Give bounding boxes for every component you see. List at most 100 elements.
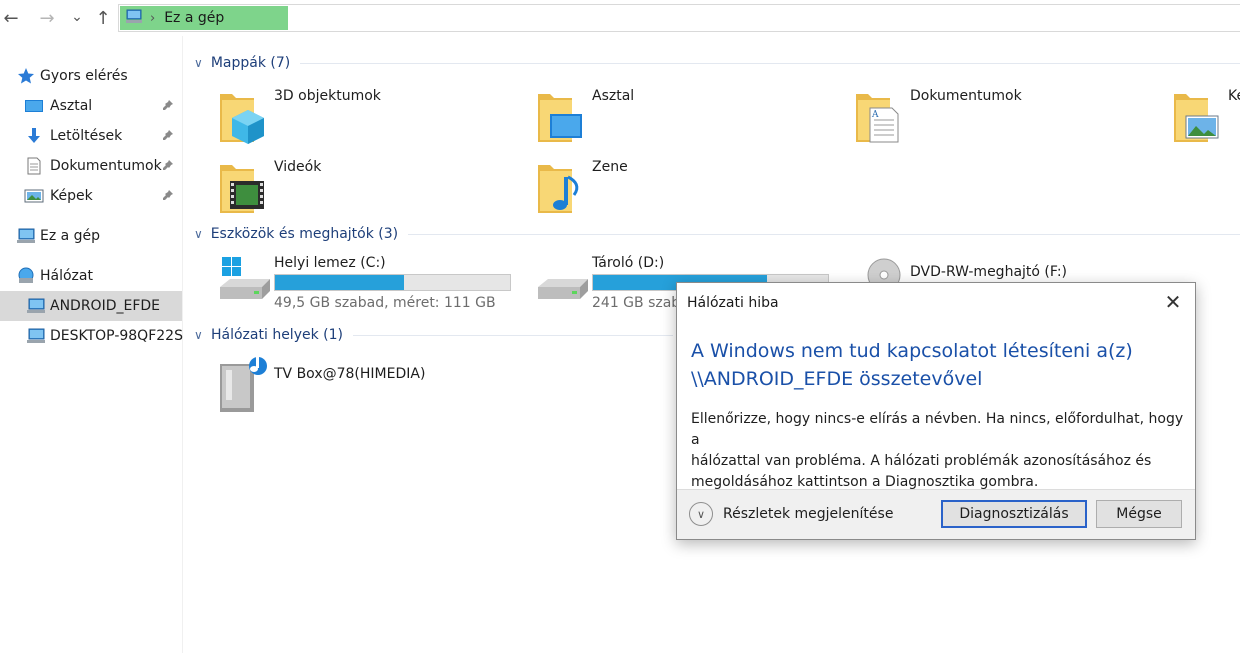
sidebar-item-this-pc[interactable]: Ez a gép: [0, 221, 182, 251]
network-place-label: TV Box@78(HIMEDIA): [274, 366, 426, 382]
breadcrumb-separator-icon: ›: [150, 10, 156, 26]
pin-icon[interactable]: [162, 99, 174, 114]
sidebar-item-downloads[interactable]: Letöltések: [0, 121, 182, 151]
sidebar-item-label: ANDROID_EFDE: [50, 298, 161, 314]
computer-icon: [16, 228, 36, 244]
folder-label: Videók: [274, 159, 322, 175]
network-icon: [16, 267, 36, 285]
forward-arrow-icon: →: [39, 7, 55, 29]
folder-label: Asztal: [592, 88, 635, 104]
network-computer-icon: [26, 328, 46, 344]
network-computer-icon: [26, 298, 46, 314]
sidebar-item-label: Dokumentumok: [50, 158, 162, 174]
dialog-message-line: hálózattal van probléma. A hálózati prob…: [691, 453, 1152, 469]
folder-label: 3D objektumok: [274, 88, 381, 104]
section-divider: [352, 334, 673, 336]
sidebar-item-label: Asztal: [50, 98, 93, 114]
section-header-network-places[interactable]: ∨ Hálózati helyek (1): [194, 324, 694, 346]
sidebar-item-label: Gyors elérés: [40, 68, 128, 84]
chevron-down-icon: ∨: [194, 227, 203, 241]
sidebar-item-label: Hálózat: [40, 268, 93, 284]
file-explorer-window: ← → ⌄ ↑ › Ez a gép Gyors elérés Asztal L…: [0, 0, 1240, 653]
sidebar-item-android-efde[interactable]: ANDROID_EFDE: [0, 291, 182, 321]
drive-free-space: 49,5 GB szabad, méret: 111 GB: [274, 295, 496, 311]
pictures-icon: [24, 188, 44, 204]
navigation-bar: ← → ⌄ ↑ › Ez a gép: [0, 0, 1240, 36]
drive-label: Helyi lemez (C:): [274, 255, 386, 271]
videos-folder-icon: [218, 159, 274, 219]
dialog-heading: A Windows nem tud kapcsolatot létesíteni…: [691, 337, 1181, 393]
sidebar-item-documents[interactable]: Dokumentumok: [0, 151, 182, 181]
forward-button[interactable]: →: [36, 6, 58, 30]
recent-locations-button[interactable]: ⌄: [66, 5, 88, 29]
chevron-down-icon: ∨: [194, 56, 203, 70]
svg-text:A: A: [871, 110, 879, 120]
sidebar-item-desktop[interactable]: Asztal: [0, 91, 182, 121]
hard-drive-icon: [536, 257, 592, 307]
chevron-down-icon: ⌄: [71, 9, 83, 25]
windows-drive-icon: [218, 257, 274, 307]
drive-usage-fill: [275, 275, 405, 290]
sidebar-item-label: Letöltések: [50, 128, 123, 144]
section-title: Eszközök és meghajtók (3): [210, 226, 399, 242]
drive-label: Tároló (D:): [592, 255, 665, 271]
star-icon: [16, 67, 36, 85]
close-button[interactable]: ✕: [1151, 283, 1195, 321]
network-error-dialog: Hálózati hiba ✕ A Windows nem tud kapcso…: [676, 282, 1196, 540]
desktop-icon: [24, 98, 44, 114]
downloads-icon: [24, 127, 44, 145]
folder-pictures[interactable]: Ke: [1172, 88, 1240, 148]
section-header-drives[interactable]: ∨ Eszközök és meghajtók (3): [194, 223, 1240, 245]
expand-circle-icon: ∨: [689, 502, 713, 526]
drive-usage-bar: [274, 274, 511, 291]
diagnose-button[interactable]: Diagnosztizálás: [941, 500, 1087, 528]
chevron-down-icon: ∨: [194, 328, 203, 342]
sidebar-item-quick-access[interactable]: Gyors elérés: [0, 61, 182, 91]
close-icon: ✕: [1164, 290, 1182, 314]
dialog-title: Hálózati hiba: [687, 295, 779, 311]
address-bar[interactable]: › Ez a gép: [118, 4, 1240, 32]
pin-icon[interactable]: [162, 129, 174, 144]
pin-icon[interactable]: [162, 159, 174, 174]
pin-icon[interactable]: [162, 189, 174, 204]
3d-objects-folder-icon: [218, 88, 274, 148]
documents-folder-icon: A: [854, 88, 910, 148]
pictures-folder-icon: [1172, 88, 1228, 148]
network-drive-icon: [214, 354, 270, 414]
dialog-message-line: Ellenőrizze, hogy nincs-e elírás a névbe…: [691, 411, 1184, 448]
dialog-heading-line: \\ANDROID_EFDE összetevővel: [691, 368, 983, 390]
drive-free-space: 241 GB szaba: [592, 295, 689, 311]
back-arrow-icon: ←: [3, 7, 19, 29]
section-title: Mappák (7): [210, 55, 291, 71]
sidebar-item-label: Ez a gép: [40, 228, 101, 244]
up-arrow-icon: ↑: [95, 7, 111, 29]
section-title: Hálózati helyek (1): [211, 327, 343, 343]
back-button[interactable]: ←: [0, 6, 22, 30]
breadcrumb-this-pc[interactable]: Ez a gép: [164, 10, 224, 26]
folder-label: Dokumentumok: [910, 88, 1022, 104]
section-divider: [300, 62, 1240, 64]
folder-label: Ke: [1228, 88, 1240, 104]
dialog-footer: ∨ Részletek megjelenítése Diagnosztizálá…: [677, 489, 1195, 539]
cancel-button[interactable]: Mégse: [1096, 500, 1182, 528]
desktop-folder-icon: [536, 88, 592, 148]
section-divider: [408, 233, 1240, 235]
sidebar-item-pictures[interactable]: Képek: [0, 181, 182, 211]
up-button[interactable]: ↑: [92, 6, 114, 30]
documents-icon: [24, 157, 44, 175]
computer-icon: [125, 8, 143, 28]
folder-label: Zene: [592, 159, 628, 175]
show-details-toggle[interactable]: ∨ Részletek megjelenítése: [689, 502, 893, 526]
address-highlight: › Ez a gép: [120, 6, 288, 30]
section-header-folders[interactable]: ∨ Mappák (7): [194, 52, 1240, 74]
music-folder-icon: [536, 159, 592, 219]
show-details-label: Részletek megjelenítése: [723, 506, 894, 522]
sidebar-item-label: DESKTOP-98QF22S: [50, 328, 183, 344]
drive-label: DVD-RW-meghajtó (F:): [910, 264, 1068, 280]
dialog-message: Ellenőrizze, hogy nincs-e elírás a névbe…: [691, 409, 1187, 493]
sidebar-item-desktop-98qf22s[interactable]: DESKTOP-98QF22S: [0, 321, 183, 351]
sidebar-item-network[interactable]: Hálózat: [0, 261, 182, 291]
drive-c[interactable]: Helyi lemez (C:) 49,5 GB szabad, méret: …: [218, 255, 518, 315]
navigation-pane: Gyors elérés Asztal Letöltések Dokumentu…: [0, 36, 183, 653]
dialog-heading-line: A Windows nem tud kapcsolatot létesíteni…: [691, 340, 1133, 362]
